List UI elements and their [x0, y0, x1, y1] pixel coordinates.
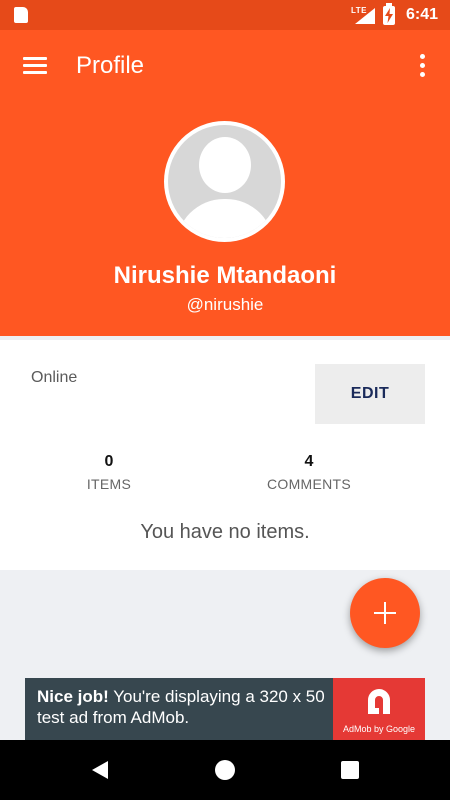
comments-stat[interactable]: 4 COMMENTS: [239, 453, 379, 492]
add-item-button[interactable]: [350, 578, 420, 648]
admob-logo: AdMob by Google: [333, 678, 425, 740]
user-handle: @nirushie: [186, 295, 264, 314]
items-stat[interactable]: 0 ITEMS: [39, 453, 179, 492]
recents-icon[interactable]: [338, 758, 362, 782]
clock: 6:41: [406, 6, 439, 23]
admob-brand: AdMob by Google: [342, 724, 416, 734]
user-name: Nirushie Mtandaoni: [113, 262, 337, 289]
profile-header: Profile Nirushie Mtandaoni @nirushie: [0, 30, 450, 336]
page-title: Profile: [76, 52, 145, 79]
items-count: 0: [104, 453, 114, 470]
edit-button[interactable]: EDIT: [315, 364, 425, 424]
profile-card: Online EDIT 0 ITEMS 4 COMMENTS You have …: [0, 340, 450, 570]
comments-label: COMMENTS: [266, 476, 352, 492]
default-avatar-icon: [168, 125, 281, 238]
plus-icon: [374, 602, 396, 624]
home-icon[interactable]: [213, 758, 237, 782]
empty-items-message: You have no items.: [140, 521, 310, 543]
comments-count: 4: [304, 453, 314, 470]
avatar[interactable]: [164, 121, 285, 242]
sd-card-icon: [14, 7, 28, 23]
status-bar: LTE 6:41: [0, 0, 450, 30]
online-status: Online: [31, 369, 78, 386]
signal-icon: [355, 8, 375, 24]
battery-charging-icon: [383, 3, 395, 25]
ad-text: Nice job! You're displaying a 320 x 50 t…: [37, 686, 337, 728]
admob-icon: [368, 689, 390, 714]
more-vert-icon[interactable]: [406, 50, 438, 82]
hamburger-menu-icon[interactable]: [16, 50, 54, 82]
ad-banner[interactable]: Nice job! You're displaying a 320 x 50 t…: [25, 678, 425, 740]
system-nav-bar: [0, 740, 450, 800]
items-label: ITEMS: [86, 476, 132, 492]
ad-headline: Nice job!: [37, 687, 109, 706]
back-icon[interactable]: [88, 758, 112, 782]
